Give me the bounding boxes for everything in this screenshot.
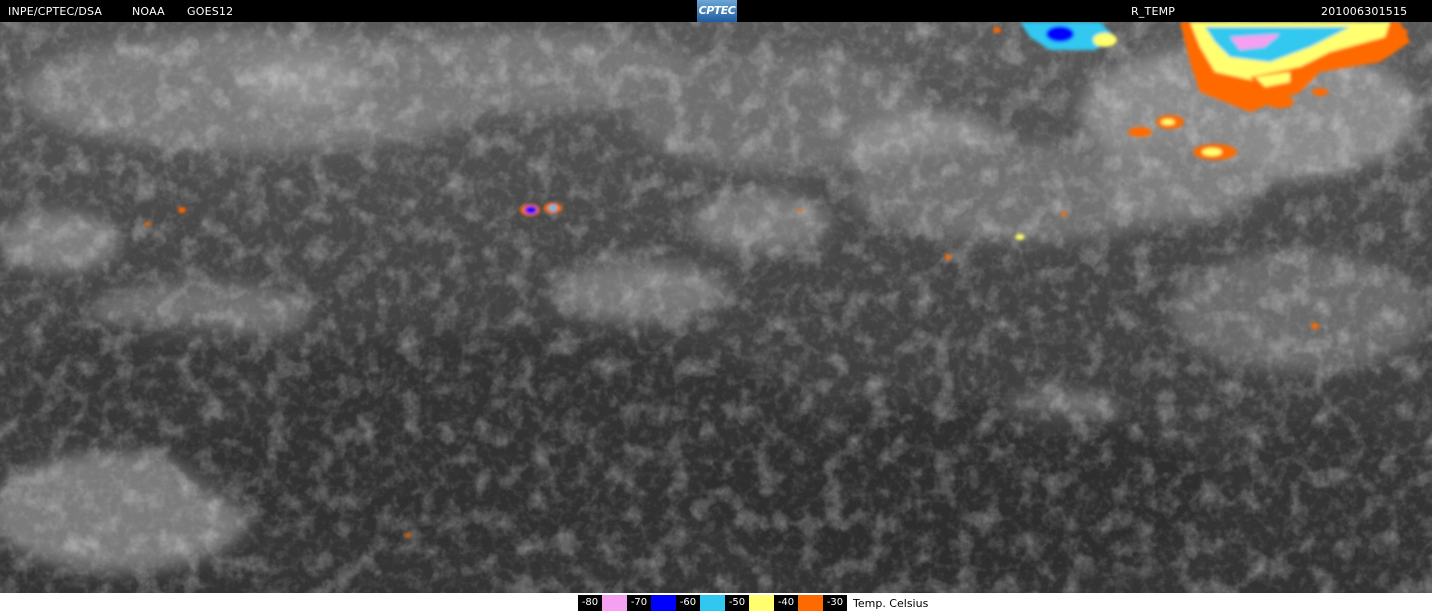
legend-label-60: -60	[676, 595, 700, 611]
header-bar: INPE/CPTEC/DSA NOAA GOES12 CPTEC R_TEMP …	[0, 0, 1432, 22]
color-legend: -80 -70 -60 -50 -40 -30 Temp. Celsius	[578, 595, 928, 611]
legend-unit: Temp. Celsius	[853, 596, 929, 610]
legend-swatch-40	[798, 595, 823, 611]
legend-swatch-60	[700, 595, 725, 611]
satellite-image	[0, 22, 1432, 593]
legend-label-50: -50	[725, 595, 749, 611]
legend-label-80: -80	[578, 595, 602, 611]
legend-label-30: -30	[823, 595, 847, 611]
legend-label-40: -40	[774, 595, 798, 611]
timestamp-label: 201006301515	[1321, 5, 1408, 18]
legend-swatch-70	[651, 595, 676, 611]
legend-swatch-50	[749, 595, 774, 611]
legend-swatch-80	[602, 595, 627, 611]
noaa-label: NOAA	[132, 5, 165, 18]
legend-label-70: -70	[627, 595, 651, 611]
agency-label: INPE/CPTEC/DSA	[8, 5, 103, 18]
satellite-label: GOES12	[187, 5, 234, 18]
cptec-logo: CPTEC	[697, 0, 737, 22]
satellite-imagery	[0, 22, 1432, 593]
product-label: R_TEMP	[1131, 5, 1176, 18]
